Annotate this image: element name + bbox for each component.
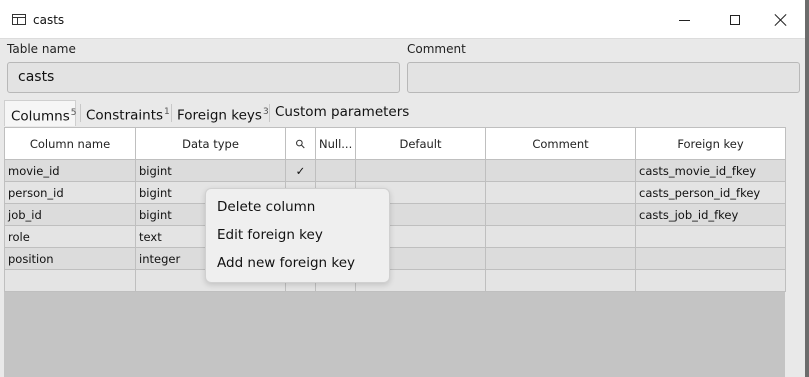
foreign-key-cell[interactable]	[635, 247, 786, 270]
context-menu: Delete column Edit foreign key Add new f…	[205, 188, 390, 283]
title-bar[interactable]: casts	[0, 0, 805, 39]
column-header[interactable]: Default	[355, 127, 486, 160]
comment-cell[interactable]	[485, 203, 636, 226]
tab-label: Columns	[11, 108, 70, 125]
columns-grid: Column name Data type ⚲ Null... Default …	[4, 127, 786, 377]
column-name-cell[interactable]: job_id	[4, 203, 136, 226]
minimize-button[interactable]	[661, 6, 707, 34]
tab-count: 1	[164, 107, 170, 117]
column-name-cell[interactable]	[4, 269, 136, 292]
comment-cell[interactable]	[485, 269, 636, 292]
table-editor-window: casts Table name casts Comment Columns5 …	[0, 0, 805, 377]
tab-columns[interactable]: Columns5	[4, 100, 76, 126]
comment-cell[interactable]	[485, 159, 636, 182]
header-row: Column name Data type ⚲ Null... Default …	[4, 127, 786, 160]
column-header[interactable]: ⚲	[285, 127, 316, 160]
comment-input[interactable]	[407, 62, 800, 93]
table-row[interactable]: job_id bigint casts_job_id_fkey	[4, 203, 786, 226]
data-type-cell[interactable]: bigint	[135, 159, 286, 182]
column-header[interactable]: Data type	[135, 127, 286, 160]
comment-cell[interactable]	[485, 225, 636, 248]
foreign-key-cell[interactable]	[635, 269, 786, 292]
foreign-key-cell[interactable]	[635, 225, 786, 248]
table-row[interactable]: person_id bigint ✓ casts_person_id_fkey	[4, 181, 786, 204]
foreign-key-cell[interactable]: casts_movie_id_fkey	[635, 159, 786, 182]
column-name-cell[interactable]: position	[4, 247, 136, 270]
table-name-input[interactable]: casts	[7, 62, 400, 93]
foreign-key-cell[interactable]: casts_person_id_fkey	[635, 181, 786, 204]
column-name-cell[interactable]: movie_id	[4, 159, 136, 182]
close-icon	[774, 13, 788, 27]
tab-label: Foreign keys	[177, 107, 262, 124]
column-name-cell[interactable]: person_id	[4, 181, 136, 204]
menu-item-edit-foreign-key[interactable]: Edit foreign key	[217, 227, 323, 243]
table-row[interactable]	[4, 269, 786, 292]
tab-constraints[interactable]: Constraints1	[80, 100, 171, 126]
primary-key-cell[interactable]: ✓	[285, 159, 316, 182]
column-header[interactable]: Comment	[485, 127, 636, 160]
table-icon	[12, 14, 26, 25]
background-strip	[805, 0, 809, 377]
comment-cell[interactable]	[485, 247, 636, 270]
table-row[interactable]: movie_id bigint ✓ casts_movie_id_fkey	[4, 159, 786, 182]
maximize-button[interactable]	[712, 6, 758, 34]
column-name-cell[interactable]: role	[4, 225, 136, 248]
tab-label: Custom parameters	[275, 104, 410, 120]
tab-count: 5	[70, 108, 77, 118]
foreign-key-cell[interactable]: casts_job_id_fkey	[635, 203, 786, 226]
nullable-cell[interactable]	[315, 159, 356, 182]
tab-foreign-keys[interactable]: Foreign keys3	[171, 100, 269, 126]
tab-count: 3	[262, 107, 269, 117]
menu-item-delete-column[interactable]: Delete column	[217, 199, 315, 215]
column-header[interactable]: Null...	[315, 127, 356, 160]
close-button[interactable]	[758, 6, 804, 34]
tab-custom-parameters[interactable]: Custom parameters	[269, 100, 409, 126]
default-cell[interactable]	[355, 159, 486, 182]
comment-label: Comment	[407, 42, 466, 56]
window-title: casts	[33, 13, 65, 27]
tab-label: Constraints	[86, 107, 164, 124]
comment-cell[interactable]	[485, 181, 636, 204]
minimize-icon	[678, 19, 690, 21]
column-header[interactable]: Column name	[4, 127, 136, 160]
table-row[interactable]: role text	[4, 225, 786, 248]
table-name-label: Table name	[7, 42, 76, 56]
table-row[interactable]: position integer	[4, 247, 786, 270]
columns-table: Column name Data type ⚲ Null... Default …	[4, 127, 786, 292]
key-icon: ⚲	[292, 135, 309, 152]
column-header[interactable]: Foreign key	[635, 127, 786, 160]
menu-item-add-new-foreign-key[interactable]: Add new foreign key	[217, 255, 355, 271]
maximize-icon	[730, 15, 740, 25]
